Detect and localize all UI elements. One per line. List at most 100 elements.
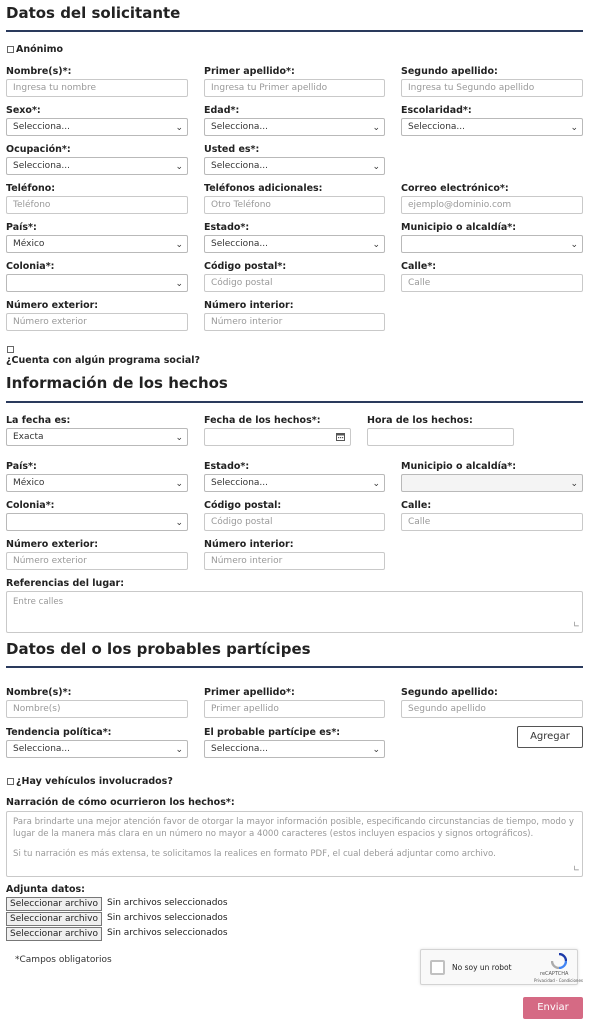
estado-label: Estado*: bbox=[204, 222, 250, 233]
edad-select[interactable]: Selecciona... ⌄ bbox=[204, 118, 385, 136]
hechos-calle-input[interactable]: Calle bbox=[401, 513, 583, 531]
chevron-down-icon: ⌄ bbox=[372, 123, 380, 133]
numero-interior-input[interactable]: Número interior bbox=[204, 313, 385, 331]
hechos-estado-select[interactable]: Selecciona... ⌄ bbox=[204, 474, 385, 492]
chevron-down-icon: ⌄ bbox=[570, 479, 578, 489]
narracion-placeholder-1: Para brindarte una mejor atención favor … bbox=[13, 817, 574, 839]
hechos-nint-label: Número interior: bbox=[204, 539, 294, 550]
referencias-textarea[interactable]: Entre calles ∟ bbox=[6, 591, 583, 633]
file-select-button-2[interactable]: Seleccionar archivo bbox=[6, 912, 102, 926]
hechos-pais-select[interactable]: México ⌄ bbox=[6, 474, 188, 492]
ocupacion-value: Selecciona... bbox=[13, 161, 70, 171]
file-status-3: Sin archivos seleccionados bbox=[107, 928, 228, 938]
usted-es-select[interactable]: Selecciona... ⌄ bbox=[204, 157, 385, 175]
hechos-cp-label: Código postal: bbox=[204, 500, 282, 511]
fecha-tipo-label: La fecha es: bbox=[6, 415, 71, 426]
chevron-down-icon: ⌄ bbox=[175, 745, 183, 755]
participe-ap1-input[interactable]: Primer apellido bbox=[204, 700, 385, 718]
municipio-select[interactable]: ⌄ bbox=[401, 235, 583, 253]
chevron-down-icon: ⌄ bbox=[570, 240, 578, 250]
hechos-colonia-label: Colonia*: bbox=[6, 500, 55, 511]
resize-grip-icon[interactable]: ∟ bbox=[573, 863, 580, 875]
estado-select[interactable]: Selecciona... ⌄ bbox=[204, 235, 385, 253]
narracion-textarea[interactable]: Para brindarte una mejor atención favor … bbox=[6, 811, 583, 877]
hechos-nint-input[interactable]: Número interior bbox=[204, 552, 385, 570]
fecha-hechos-input[interactable] bbox=[204, 428, 351, 446]
municipio-label: Municipio o alcaldía*: bbox=[401, 222, 517, 233]
recaptcha-links[interactable]: Privacidad - Condiciones bbox=[534, 978, 583, 983]
ocupacion-label: Ocupación*: bbox=[6, 144, 71, 155]
vehiculos-checkbox[interactable] bbox=[7, 778, 14, 785]
chevron-down-icon: ⌄ bbox=[175, 162, 183, 172]
hora-hechos-input[interactable] bbox=[367, 428, 514, 446]
hechos-next-input[interactable]: Número exterior bbox=[6, 552, 188, 570]
estado-value: Selecciona... bbox=[211, 239, 268, 249]
escolaridad-label: Escolaridad*: bbox=[401, 105, 472, 116]
section-divider bbox=[6, 666, 583, 668]
section-title-solicitante: Datos del solicitante bbox=[6, 4, 181, 22]
numero-exterior-input[interactable]: Número exterior bbox=[6, 313, 188, 331]
chevron-down-icon: ⌄ bbox=[372, 479, 380, 489]
hechos-calle-label: Calle: bbox=[401, 500, 432, 511]
resize-grip-icon[interactable]: ∟ bbox=[573, 619, 580, 631]
participe-es-select[interactable]: Selecciona... ⌄ bbox=[204, 740, 385, 758]
usted-es-label: Usted es*: bbox=[204, 144, 260, 155]
narracion-label: Narración de cómo ocurrieron los hechos*… bbox=[6, 797, 235, 808]
calle-input[interactable]: Calle bbox=[401, 274, 583, 292]
chevron-down-icon: ⌄ bbox=[175, 433, 183, 443]
participe-ap2-input[interactable]: Segundo apellido bbox=[401, 700, 583, 718]
edad-value: Selecciona... bbox=[211, 122, 268, 132]
agregar-button[interactable]: Agregar bbox=[517, 726, 583, 748]
telefonos-adicionales-label: Teléfonos adicionales: bbox=[204, 183, 323, 194]
nombre-input[interactable]: Ingresa tu nombre bbox=[6, 79, 188, 97]
telefono-label: Teléfono: bbox=[6, 183, 56, 194]
escolaridad-select[interactable]: Selecciona... ⌄ bbox=[401, 118, 583, 136]
telefonos-adicionales-input[interactable]: Otro Teléfono bbox=[204, 196, 385, 214]
tendencia-select[interactable]: Selecciona... ⌄ bbox=[6, 740, 188, 758]
adjunta-label: Adjunta datos: bbox=[6, 884, 85, 895]
nombre-label: Nombre(s)*: bbox=[6, 66, 72, 77]
recaptcha-checkbox[interactable] bbox=[430, 960, 445, 975]
enviar-button[interactable]: Enviar bbox=[523, 997, 583, 1019]
colonia-select[interactable]: ⌄ bbox=[6, 274, 188, 292]
sexo-select[interactable]: Selecciona... ⌄ bbox=[6, 118, 188, 136]
participe-es-label: El probable partícipe es*: bbox=[204, 727, 341, 738]
correo-input[interactable]: ejemplo@dominio.com bbox=[401, 196, 583, 214]
section-divider bbox=[6, 401, 583, 403]
recaptcha-logo-icon bbox=[551, 953, 567, 969]
section-divider bbox=[6, 30, 583, 32]
fecha-tipo-value: Exacta bbox=[13, 432, 44, 442]
codigo-postal-input[interactable]: Código postal bbox=[204, 274, 385, 292]
escolaridad-value: Selecciona... bbox=[408, 122, 465, 132]
anonimo-checkbox[interactable] bbox=[7, 46, 14, 53]
referencias-placeholder: Entre calles bbox=[13, 597, 64, 607]
hechos-pais-value: México bbox=[13, 478, 45, 488]
referencias-label: Referencias del lugar: bbox=[6, 578, 125, 589]
participe-nombre-input[interactable]: Nombre(s) bbox=[6, 700, 188, 718]
pais-select[interactable]: México ⌄ bbox=[6, 235, 188, 253]
hechos-colonia-select[interactable]: ⌄ bbox=[6, 513, 188, 531]
segundo-apellido-input[interactable]: Ingresa tu Segundo apellido bbox=[401, 79, 583, 97]
participe-nombre-label: Nombre(s)*: bbox=[6, 687, 72, 698]
correo-label: Correo electrónico*: bbox=[401, 183, 509, 194]
ocupacion-select[interactable]: Selecciona... ⌄ bbox=[6, 157, 188, 175]
chevron-down-icon: ⌄ bbox=[175, 279, 183, 289]
chevron-down-icon: ⌄ bbox=[372, 745, 380, 755]
pais-label: País*: bbox=[6, 222, 37, 233]
participe-ap2-label: Segundo apellido: bbox=[401, 687, 498, 698]
segundo-apellido-label: Segundo apellido: bbox=[401, 66, 498, 77]
vehiculos-label: ¿Hay vehículos involucrados? bbox=[16, 776, 173, 787]
chevron-down-icon: ⌄ bbox=[372, 162, 380, 172]
file-select-button-1[interactable]: Seleccionar archivo bbox=[6, 897, 102, 911]
fecha-tipo-select[interactable]: Exacta ⌄ bbox=[6, 428, 188, 446]
telefono-input[interactable]: Teléfono bbox=[6, 196, 188, 214]
recaptcha-widget: No soy un robot reCAPTCHA Privacidad - C… bbox=[420, 949, 583, 985]
hechos-municipio-label: Municipio o alcaldía*: bbox=[401, 461, 517, 472]
hechos-municipio-select[interactable]: ⌄ bbox=[401, 474, 583, 492]
programa-social-checkbox[interactable] bbox=[7, 346, 14, 353]
file-select-button-3[interactable]: Seleccionar archivo bbox=[6, 927, 102, 941]
primer-apellido-input[interactable]: Ingresa tu Primer apellido bbox=[204, 79, 385, 97]
hechos-cp-input[interactable]: Código postal bbox=[204, 513, 385, 531]
participe-ap1-label: Primer apellido*: bbox=[204, 687, 295, 698]
section-title-participes: Datos del o los probables partícipes bbox=[6, 640, 311, 658]
